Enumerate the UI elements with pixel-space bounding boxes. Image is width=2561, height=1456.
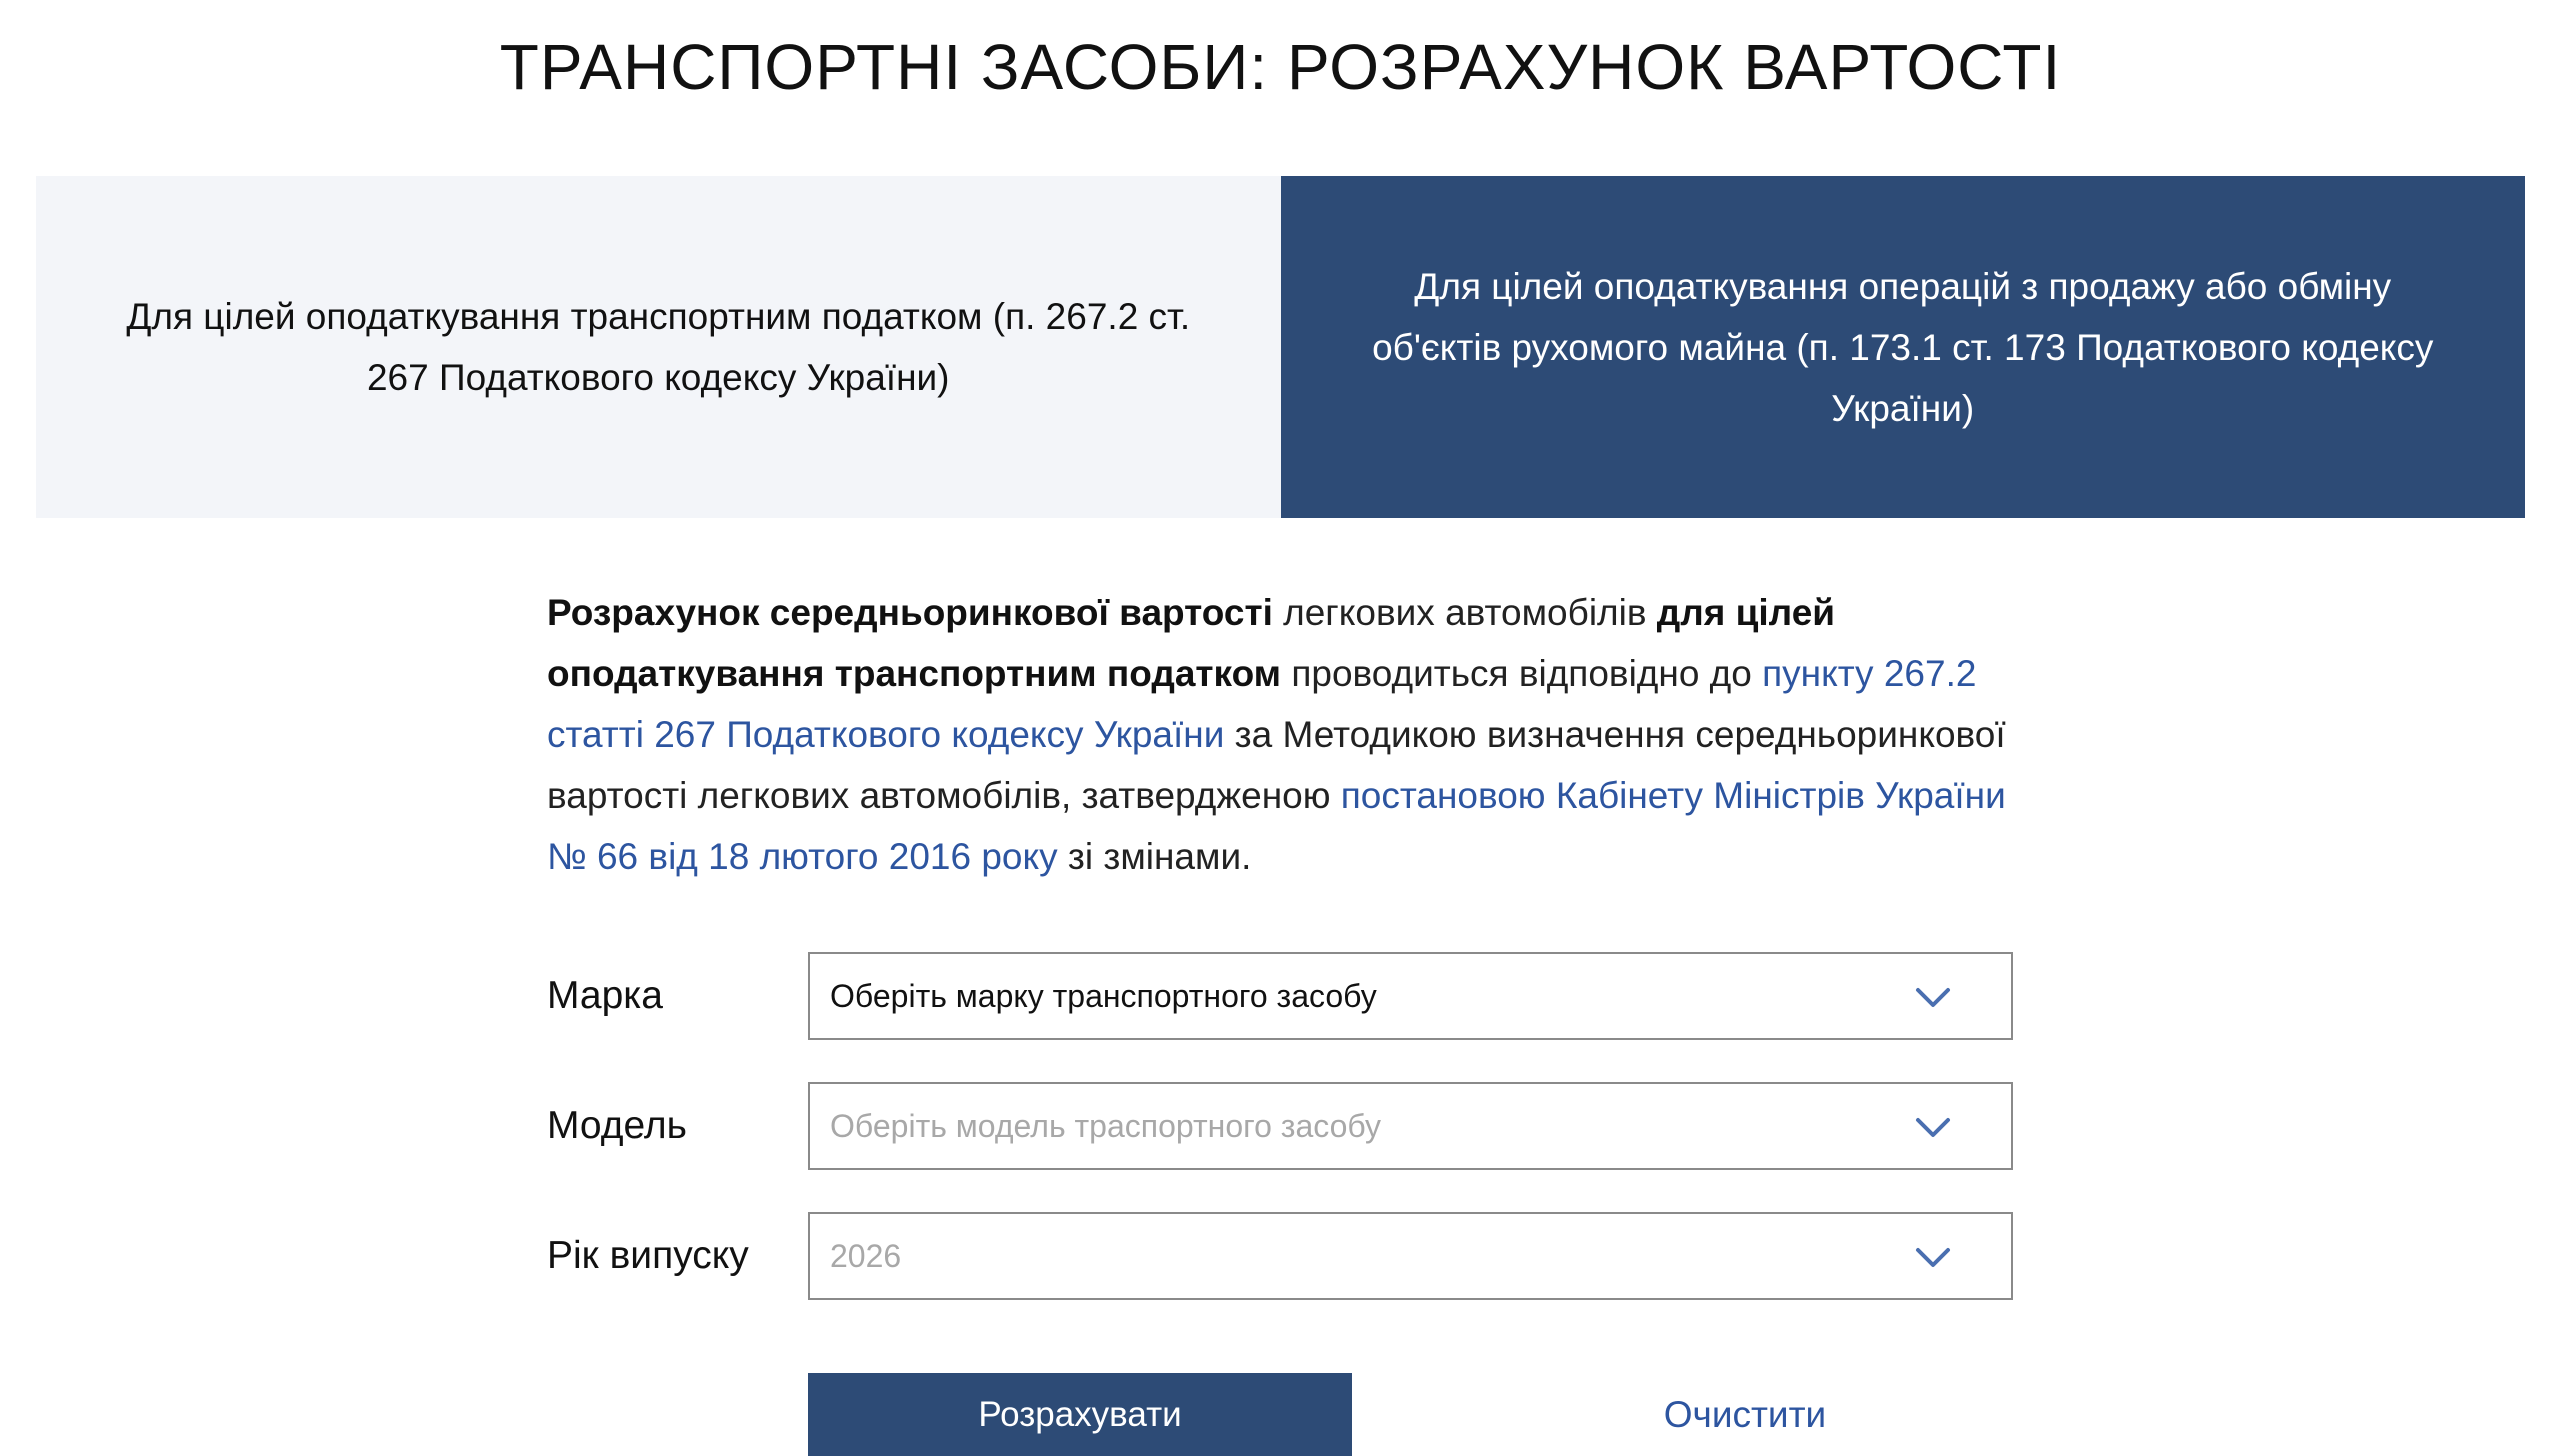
brand-select-value: Оберіть марку транспортного засобу [830, 978, 1377, 1014]
calculate-button[interactable]: Розрахувати [808, 1373, 1352, 1456]
intro-text-4: зі змінами. [1057, 836, 1252, 877]
tab-sale-exchange-tax-label: Для цілей оподаткування операцій з прода… [1372, 265, 2434, 429]
brand-label: Марка [547, 974, 663, 1017]
model-select[interactable]: Оберіть модель траспортного засобу [808, 1082, 2013, 1170]
intro-text-1: легкових автомобілів [1272, 592, 1657, 633]
page-title: ТРАНСПОРТНІ ЗАСОБИ: РОЗРАХУНОК ВАРТОСТІ [499, 31, 2062, 103]
model-label: Модель [547, 1104, 687, 1147]
tab-transport-tax-label: Для цілей оподаткування транспортним под… [126, 296, 1191, 398]
model-select-placeholder: Оберіть модель траспортного засобу [830, 1108, 1382, 1144]
tab-transport-tax[interactable]: Для цілей оподаткування транспортним под… [36, 176, 1281, 518]
year-select[interactable]: 2026 [808, 1212, 2013, 1300]
brand-row: Марка Оберіть марку транспортного засобу [547, 952, 2013, 1040]
tax-purpose-tabs: Для цілей оподаткування транспортним под… [36, 176, 2525, 518]
chevron-down-icon [1916, 1118, 1950, 1137]
chevron-down-icon [1916, 988, 1950, 1007]
tab-sale-exchange-tax[interactable]: Для цілей оподаткування операцій з прода… [1280, 176, 2525, 518]
brand-select[interactable]: Оберіть марку транспортного засобу [808, 952, 2013, 1040]
page: ТРАНСПОРТНІ ЗАСОБИ: РОЗРАХУНОК ВАРТОСТІ … [0, 0, 2561, 1456]
chevron-down-icon [1916, 1248, 1950, 1267]
intro-paragraph: Розрахунок середньоринкової вартості лег… [547, 582, 2017, 887]
intro-bold-1: Розрахунок середньоринкової вартості [547, 592, 1273, 633]
intro-text-2: проводиться відповідно до [1281, 653, 1763, 694]
model-row: Модель Оберіть модель траспортного засоб… [547, 1082, 2013, 1170]
clear-button[interactable]: Очистити [1580, 1373, 1910, 1456]
year-select-placeholder: 2026 [830, 1238, 902, 1274]
year-label: Рік випуску [547, 1234, 749, 1277]
year-row: Рік випуску 2026 [547, 1212, 2013, 1300]
